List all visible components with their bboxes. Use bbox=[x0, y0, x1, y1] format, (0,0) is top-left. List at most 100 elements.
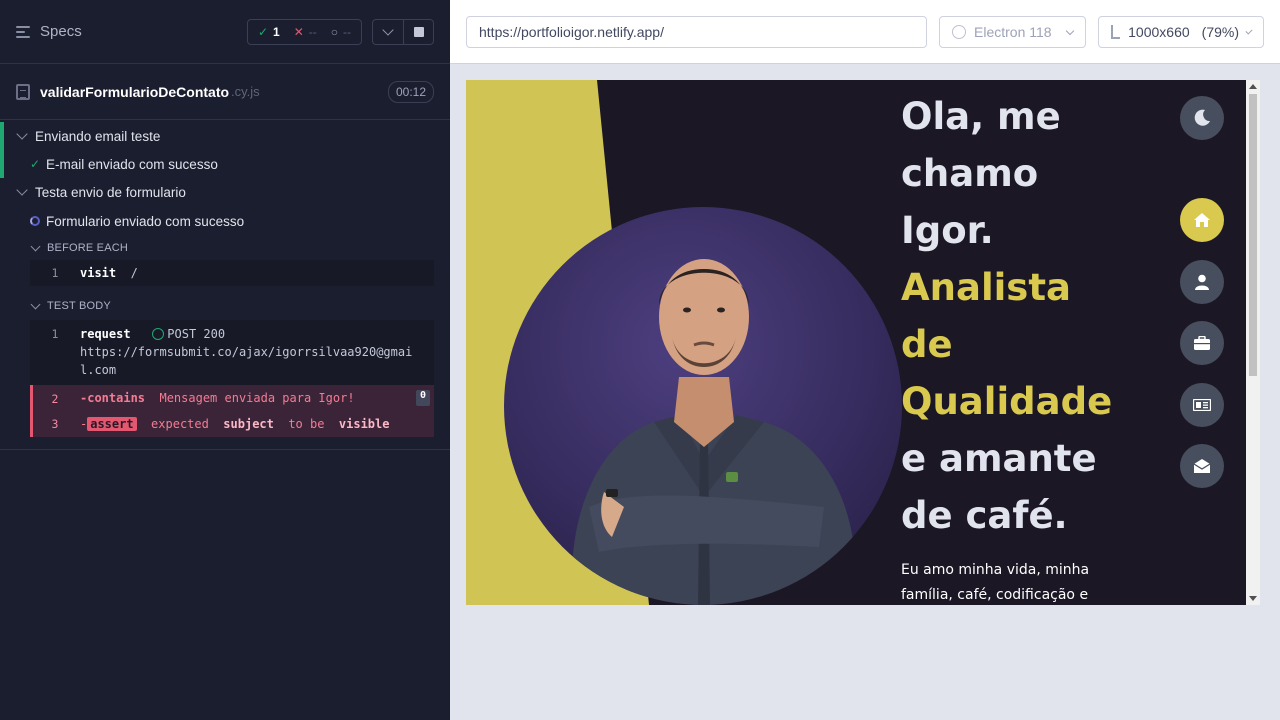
command-number: 1 bbox=[51, 327, 59, 341]
scroll-down-icon[interactable] bbox=[1249, 596, 1257, 601]
browser-label: Electron 118 bbox=[974, 24, 1052, 40]
hero-line-highlight: de bbox=[901, 323, 953, 366]
command-name: -contains bbox=[80, 391, 146, 405]
specs-label: Specs bbox=[40, 23, 82, 40]
stop-icon bbox=[413, 26, 424, 37]
failed-icon: ✕ bbox=[293, 24, 304, 39]
briefcase-icon bbox=[1194, 336, 1210, 350]
chevron-down-icon bbox=[30, 299, 41, 309]
hero-line: chamo bbox=[901, 152, 1039, 195]
run-controls bbox=[372, 18, 434, 45]
assert-word: expected bbox=[151, 417, 209, 431]
pending-icon: ○ bbox=[330, 24, 338, 39]
chevron-down-icon bbox=[1065, 26, 1075, 35]
suite-row[interactable]: Testa envio de formulario bbox=[0, 178, 450, 206]
specs-button[interactable]: Specs bbox=[16, 23, 82, 40]
command-number: 1 bbox=[51, 266, 59, 280]
command-arg: Mensagem enviada para Igor! bbox=[159, 391, 355, 405]
command-name: visit bbox=[80, 266, 117, 280]
aut-scrollbar[interactable] bbox=[1246, 80, 1260, 605]
test-row[interactable]: ✓ E-mail enviado com sucesso bbox=[0, 150, 450, 178]
command-arg: / bbox=[130, 266, 138, 280]
test-body-commands: 1 request POST 200 https://formsubmit.co… bbox=[30, 320, 434, 437]
browser-selector[interactable]: Electron 118 bbox=[939, 16, 1086, 48]
electron-icon bbox=[952, 25, 966, 39]
reporter-header: Specs ✓ 1 ✕ -- ○ -- bbox=[0, 0, 450, 64]
url-text: https://portfolioigor.netlify.app/ bbox=[479, 24, 664, 40]
nav-blog-button[interactable] bbox=[1180, 383, 1224, 427]
moon-icon bbox=[1194, 109, 1210, 126]
test-title: Formulario enviado com sucesso bbox=[46, 213, 245, 229]
nav-home-button[interactable] bbox=[1180, 198, 1224, 242]
hook-before-each[interactable]: BEFORE EACH bbox=[0, 236, 450, 260]
command-row[interactable]: 1 visit / bbox=[30, 260, 434, 286]
ruler-icon bbox=[1111, 25, 1121, 39]
chevron-down-icon bbox=[16, 128, 28, 140]
person-illustration bbox=[572, 259, 856, 605]
command-row[interactable]: 1 request POST 200 https://formsubmit.co… bbox=[30, 320, 434, 385]
hero-title: Ola, me chamo Igor. Analista de Qualidad… bbox=[901, 88, 1151, 544]
stats-box: ✓ 1 ✕ -- ○ -- bbox=[246, 18, 362, 45]
nav-about-button[interactable] bbox=[1180, 260, 1224, 304]
description-line: Eu amo minha vida, minha bbox=[901, 562, 1090, 578]
pending-count: -- bbox=[343, 24, 351, 39]
scroll-up-icon[interactable] bbox=[1249, 84, 1257, 89]
element-count-badge: 0 bbox=[415, 390, 430, 406]
nav-contact-button[interactable] bbox=[1180, 444, 1224, 488]
url-bar[interactable]: https://portfolioigor.netlify.app/ bbox=[466, 16, 927, 48]
test-row[interactable]: Formulario enviado com sucesso bbox=[0, 206, 450, 236]
hook-title: BEFORE EACH bbox=[47, 242, 129, 254]
suite-title: Testa envio de formulario bbox=[35, 184, 186, 200]
envelope-open-icon bbox=[1194, 459, 1210, 473]
hook-test-body[interactable]: TEST BODY bbox=[0, 286, 450, 320]
hero-line: e amante bbox=[901, 437, 1097, 480]
home-icon bbox=[1194, 213, 1210, 227]
hero-line-highlight: Qualidade bbox=[901, 380, 1113, 423]
suite-row[interactable]: Enviando email teste bbox=[0, 122, 450, 150]
divider bbox=[0, 437, 450, 450]
failed-count: -- bbox=[308, 24, 317, 39]
command-row-failed[interactable]: 2 -contains Mensagem enviada para Igor! … bbox=[30, 385, 434, 411]
viewport-size: 1000x660 bbox=[1128, 24, 1190, 40]
passed-count: 1 bbox=[273, 24, 280, 39]
runnables: Enviando email teste ✓ E-mail enviado co… bbox=[0, 120, 450, 450]
before-each-commands: 1 visit / bbox=[30, 260, 434, 286]
theme-toggle-button[interactable] bbox=[1180, 96, 1224, 140]
assert-word: to be bbox=[288, 417, 325, 431]
scrollbar-thumb[interactable] bbox=[1249, 94, 1257, 376]
file-icon bbox=[16, 83, 30, 100]
reporter-panel: Specs ✓ 1 ✕ -- ○ -- validarFormularioDeCont… bbox=[0, 0, 450, 720]
request-status: POST 200 bbox=[167, 327, 226, 341]
nav-portfolio-button[interactable] bbox=[1180, 321, 1224, 365]
viewport-info[interactable]: 1000x660 (79%) bbox=[1098, 16, 1264, 48]
passed-icon: ✓ bbox=[257, 24, 268, 39]
user-icon bbox=[1195, 274, 1209, 290]
assert-word: subject bbox=[223, 417, 274, 431]
hero-line: Ola, me bbox=[901, 95, 1061, 138]
stop-button[interactable] bbox=[403, 19, 433, 44]
hero-line-highlight: Analista bbox=[901, 266, 1071, 309]
suite-title: Enviando email teste bbox=[35, 128, 161, 144]
hero-description: Eu amo minha vida, minha família, café, … bbox=[901, 558, 1111, 605]
chevron-down-icon bbox=[16, 184, 28, 196]
spec-extension: .cy.js bbox=[231, 84, 260, 99]
aut-iframe: Ola, me chamo Igor. Analista de Qualidad… bbox=[466, 80, 1260, 605]
spec-header: validarFormularioDeContato .cy.js 00:12 bbox=[0, 64, 450, 120]
command-number: 2 bbox=[51, 392, 59, 406]
spec-name[interactable]: validarFormularioDeContato bbox=[40, 84, 229, 100]
request-status-icon bbox=[152, 328, 165, 340]
command-number: 3 bbox=[51, 417, 59, 431]
assert-word: visible bbox=[338, 417, 390, 431]
check-icon: ✓ bbox=[30, 157, 41, 171]
viewport-zoom: (79%) bbox=[1201, 24, 1240, 40]
description-line: família, café, codificação e bbox=[901, 587, 1089, 603]
aut-header: https://portfolioigor.netlify.app/ Elect… bbox=[450, 0, 1280, 64]
newspaper-icon bbox=[1193, 399, 1211, 411]
command-row-failed[interactable]: 3 - assert expected subject to be visible bbox=[30, 411, 434, 437]
chevron-down-icon bbox=[30, 241, 41, 251]
passed-suite-indicator bbox=[0, 122, 4, 178]
assert-tag: assert bbox=[87, 417, 137, 431]
expand-toggle-button[interactable] bbox=[373, 20, 403, 44]
spec-duration: 00:12 bbox=[387, 80, 434, 103]
request-url: https://formsubmit.co/ajax/igorrsilvaa92… bbox=[80, 345, 413, 377]
